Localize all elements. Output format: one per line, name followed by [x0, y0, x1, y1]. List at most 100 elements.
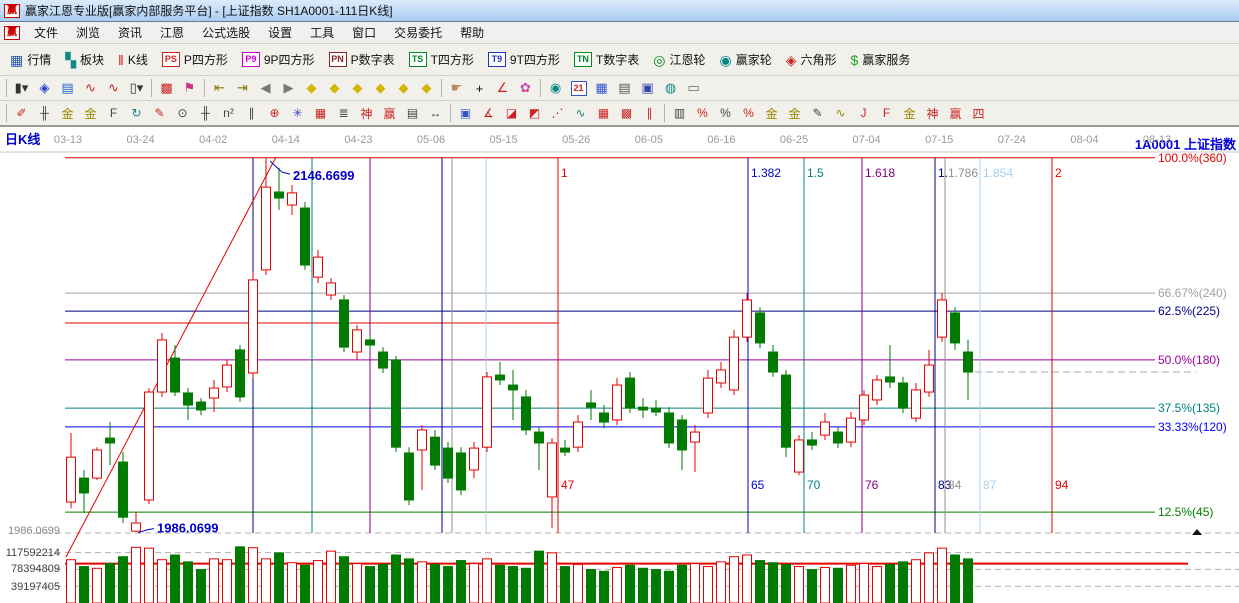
- 9t-square-button[interactable]: T99T四方形: [482, 48, 566, 72]
- box-select-icon[interactable]: ▣: [455, 103, 477, 123]
- zoom-right-icon[interactable]: ◆: [324, 78, 346, 98]
- angle-tool-icon[interactable]: ∠: [492, 78, 514, 98]
- ying-tool-icon[interactable]: 赢: [379, 103, 401, 123]
- fan-lines-icon[interactable]: ⋰: [547, 103, 569, 123]
- grid-box-icon[interactable]: ▦: [310, 103, 332, 123]
- quotes-button[interactable]: ▦行情: [4, 48, 57, 72]
- t-number-table-button[interactable]: TNT数字表: [568, 48, 645, 72]
- shen-tool-icon[interactable]: 神: [356, 103, 378, 123]
- mirror-line-icon[interactable]: ∥: [241, 103, 263, 123]
- ruler-123-icon[interactable]: ▤: [402, 103, 424, 123]
- print-icon[interactable]: ▭: [683, 78, 705, 98]
- fan-box-1-icon[interactable]: ◪: [501, 103, 523, 123]
- slash-lines-icon[interactable]: ∥: [639, 103, 661, 123]
- calendar-icon[interactable]: 21: [568, 78, 590, 98]
- k-channel-icon[interactable]: ≣: [333, 103, 355, 123]
- wave-tool-icon[interactable]: ∿: [570, 103, 592, 123]
- f-angle-icon[interactable]: F: [876, 103, 898, 123]
- red-grid-1-icon[interactable]: ▦: [593, 103, 615, 123]
- menu-帮助[interactable]: 帮助: [451, 22, 493, 43]
- width-measure-icon[interactable]: ↔: [425, 103, 447, 123]
- gann-grid-small-icon[interactable]: ╫: [34, 103, 56, 123]
- menu-江恩[interactable]: 江恩: [151, 22, 193, 43]
- si-angle-icon[interactable]: 四: [968, 103, 990, 123]
- circle-cross-icon[interactable]: ⊕: [264, 103, 286, 123]
- menu-浏览[interactable]: 浏览: [67, 22, 109, 43]
- web-share-icon[interactable]: ◍: [660, 78, 682, 98]
- save-icon[interactable]: ▣: [637, 78, 659, 98]
- color-marker-icon[interactable]: ⚑: [179, 78, 201, 98]
- scroll-up-arrow[interactable]: [1192, 529, 1202, 535]
- red-fan-icon[interactable]: ∡: [478, 103, 500, 123]
- gold-circle-icon[interactable]: 金: [761, 103, 783, 123]
- kline-chart[interactable]: 日K线 1A0001 上证指数 03-1303-2404-0204-1404-2…: [0, 127, 1239, 603]
- jump-last-icon[interactable]: ⇥: [232, 78, 254, 98]
- n-square-tool-icon[interactable]: n²: [218, 103, 240, 123]
- step-forward-icon[interactable]: ▶: [278, 78, 300, 98]
- pct-tool-3-icon[interactable]: %: [738, 103, 760, 123]
- menu-公式选股[interactable]: 公式选股: [193, 22, 259, 43]
- menu-设置[interactable]: 设置: [259, 22, 301, 43]
- kline-button[interactable]: ‖K线: [112, 48, 154, 72]
- menu-资讯[interactable]: 资讯: [109, 22, 151, 43]
- compass-draw-icon[interactable]: ✎: [149, 103, 171, 123]
- menu-文件[interactable]: 文件: [25, 22, 67, 43]
- chart-area[interactable]: 日K线 1A0001 上证指数 03-1303-2404-0204-1404-2…: [0, 127, 1239, 603]
- ribbon-tool-icon[interactable]: ✿: [515, 78, 537, 98]
- winner-wheel-button[interactable]: ◉赢家轮: [714, 48, 778, 72]
- spiral-tool-icon[interactable]: ↻: [126, 103, 148, 123]
- gold-wave-icon[interactable]: ∿: [830, 103, 852, 123]
- f-gate-icon[interactable]: F: [103, 103, 125, 123]
- gann-shape-tool-icon[interactable]: ◈: [34, 78, 56, 98]
- menu-工具[interactable]: 工具: [301, 22, 343, 43]
- hand-tool-icon[interactable]: ☛: [446, 78, 468, 98]
- pen-note-icon[interactable]: ✎: [807, 103, 829, 123]
- mind-tool-icon[interactable]: ◉: [545, 78, 567, 98]
- report-icon[interactable]: ▤: [614, 78, 636, 98]
- 9p-square-button[interactable]: P99P四方形: [236, 48, 321, 72]
- gold-gate-1-icon[interactable]: 金: [57, 103, 79, 123]
- pct-tool-1-icon[interactable]: %: [692, 103, 714, 123]
- calculator-icon[interactable]: ▦: [591, 78, 613, 98]
- wave-3-tool-icon[interactable]: ∿: [80, 78, 102, 98]
- title-bar[interactable]: 赢 赢家江恩专业版[赢家内部服务平台] - [上证指数 SH1A0001-111…: [0, 0, 1239, 22]
- gold-lines-icon[interactable]: 金: [784, 103, 806, 123]
- time-circle-icon[interactable]: ⊙: [172, 103, 194, 123]
- pattern-search-icon[interactable]: ▩: [156, 78, 178, 98]
- j-angle-icon[interactable]: J: [853, 103, 875, 123]
- hash-tool-icon[interactable]: ╫: [195, 103, 217, 123]
- menu-窗口[interactable]: 窗口: [343, 22, 385, 43]
- ying-angle-icon[interactable]: 赢: [945, 103, 967, 123]
- t-square-button[interactable]: TST四方形: [403, 48, 480, 72]
- gann-wheel-button[interactable]: ◎江恩轮: [647, 48, 711, 72]
- volume-bar: [548, 553, 557, 603]
- info-board-icon[interactable]: ▤: [57, 78, 79, 98]
- p-number-table-button[interactable]: PNP数字表: [323, 48, 401, 72]
- pct-tool-2-icon[interactable]: %: [715, 103, 737, 123]
- gold-gate-2-icon[interactable]: 金: [80, 103, 102, 123]
- wave-9-tool-icon[interactable]: ∿: [103, 78, 125, 98]
- hexagon-button[interactable]: ◈六角形: [780, 48, 843, 72]
- star-web-icon[interactable]: ✳: [287, 103, 309, 123]
- crosshair-tool-icon[interactable]: +: [469, 78, 491, 98]
- compress-scale-icon[interactable]: ◆: [370, 78, 392, 98]
- restore-scale-icon[interactable]: ◆: [416, 78, 438, 98]
- candle-picker-icon[interactable]: ▯▾: [126, 78, 148, 98]
- candle: [366, 340, 375, 345]
- jump-first-icon[interactable]: ⇤: [209, 78, 231, 98]
- menu-交易委托[interactable]: 交易委托: [385, 22, 451, 43]
- v-ruler-icon[interactable]: ▥: [669, 103, 691, 123]
- zoom-both-icon[interactable]: ◆: [347, 78, 369, 98]
- expand-scale-icon[interactable]: ◆: [393, 78, 415, 98]
- winner-service-button[interactable]: $赢家服务: [845, 48, 917, 72]
- shen-angle-icon[interactable]: 神: [922, 103, 944, 123]
- zoom-left-icon[interactable]: ◆: [301, 78, 323, 98]
- sectors-button[interactable]: ▚板块: [59, 48, 110, 72]
- kline-style-picker-icon[interactable]: ▮▾: [11, 78, 33, 98]
- draw-pencil-icon[interactable]: ✐: [11, 103, 33, 123]
- red-grid-2-icon[interactable]: ▩: [616, 103, 638, 123]
- fan-box-2-icon[interactable]: ◩: [524, 103, 546, 123]
- step-back-icon[interactable]: ◀: [255, 78, 277, 98]
- gold-angle-icon[interactable]: 金: [899, 103, 921, 123]
- p-square-button[interactable]: PSP四方形: [156, 48, 234, 72]
